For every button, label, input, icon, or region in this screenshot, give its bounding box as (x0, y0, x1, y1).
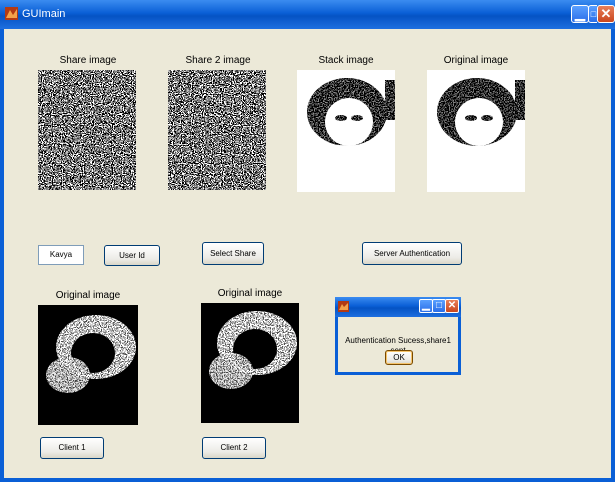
share-image (38, 70, 136, 190)
dialog-close-button[interactable]: ✕ (445, 299, 459, 313)
server-authentication-button[interactable]: Server Authentication (362, 242, 462, 265)
close-icon: ✕ (447, 300, 457, 311)
dialog-minimize-button[interactable]: ▁ (419, 299, 433, 313)
client1-button[interactable]: Client 1 (40, 437, 104, 459)
client1-original-image (38, 305, 138, 425)
stack-image-label: Stack image (318, 55, 374, 66)
maximize-button[interactable]: □ (588, 5, 597, 23)
original-image-label: Original image (443, 55, 509, 66)
stack-image (297, 70, 395, 192)
matlab-icon (5, 7, 18, 20)
client2-image-label: Original image (217, 288, 283, 299)
dialog-ok-button[interactable]: OK (385, 350, 413, 365)
gui-main-window: GUImain ▁ □ ✕ Share image Share 2 image … (0, 0, 615, 482)
dialog-title-bar[interactable]: ▁ □ ✕ (335, 297, 461, 317)
minimize-icon: ▁ (575, 6, 585, 21)
client2-button[interactable]: Client 2 (202, 437, 266, 459)
client2-original-image (201, 303, 299, 423)
user-id-button[interactable]: User Id (104, 245, 160, 266)
original-image (427, 70, 525, 192)
user-name-field[interactable]: Kavya (38, 245, 84, 265)
client1-image-label: Original image (55, 290, 121, 301)
close-icon: ✕ (600, 6, 612, 21)
minimize-button[interactable]: ▁ (571, 5, 589, 23)
dialog-maximize-button[interactable]: □ (432, 299, 446, 313)
maximize-icon: □ (435, 300, 443, 311)
share-image-label: Share image (59, 55, 117, 66)
minimize-icon: ▁ (422, 300, 430, 311)
matlab-icon (338, 301, 349, 312)
close-button[interactable]: ✕ (597, 5, 615, 23)
share2-image-label: Share 2 image (185, 55, 251, 66)
title-bar[interactable]: GUImain ▁ □ ✕ (0, 0, 615, 29)
share2-image (168, 70, 266, 190)
window-title: GUImain (22, 8, 66, 20)
select-share-button[interactable]: Select Share (202, 242, 264, 265)
